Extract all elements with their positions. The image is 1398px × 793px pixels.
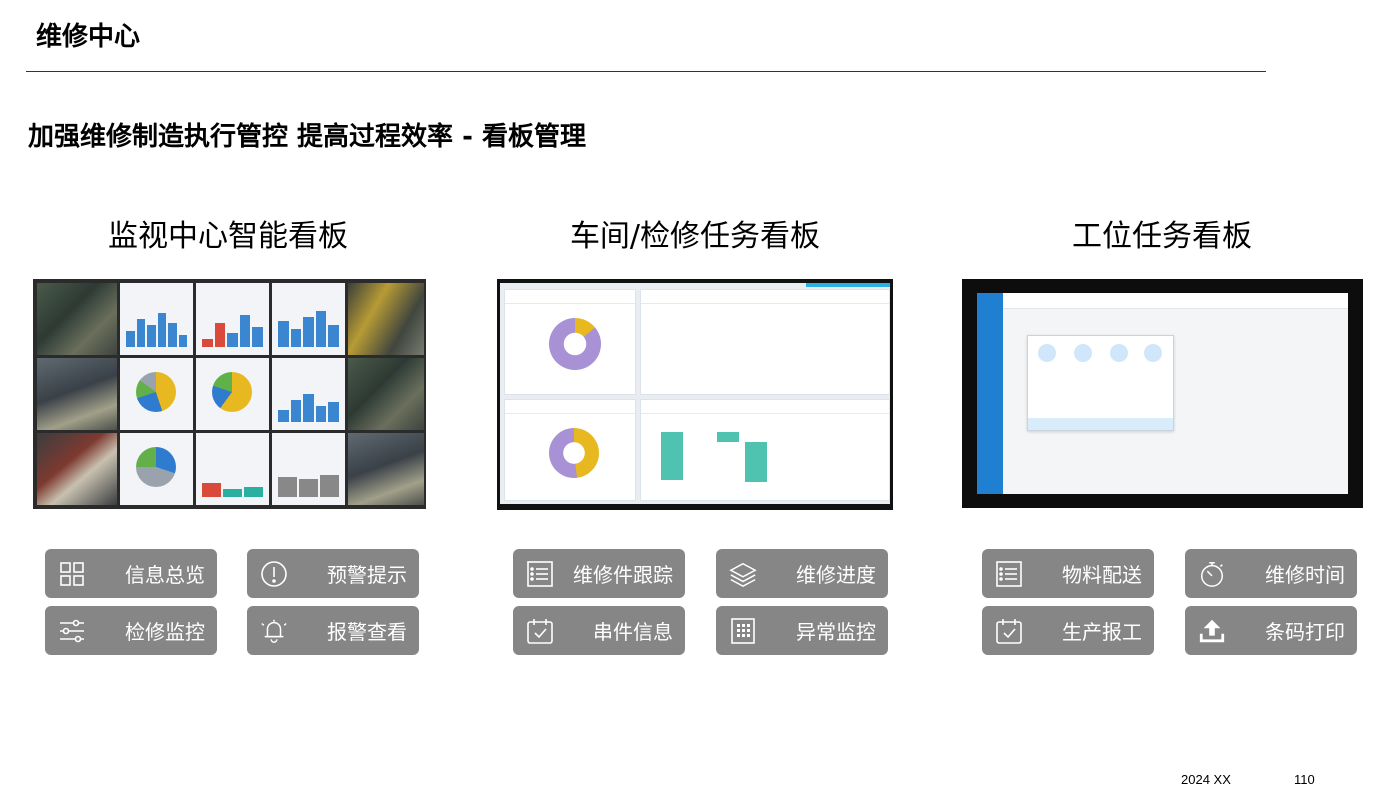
chart-tile xyxy=(196,283,269,355)
pie-tile xyxy=(120,358,193,430)
checklist-icon xyxy=(995,560,1023,588)
chart-tile xyxy=(120,283,193,355)
chart-tile xyxy=(272,433,345,505)
upload-icon xyxy=(1198,617,1226,645)
pie-tile xyxy=(196,358,269,430)
layers-icon xyxy=(729,560,757,588)
station-tablet-screenshot xyxy=(962,279,1363,508)
dashboard-panel xyxy=(504,399,636,501)
warning-prompt-button[interactable]: 预警提示 xyxy=(247,549,419,598)
divider xyxy=(26,71,1266,72)
page-number: 110 xyxy=(1294,772,1315,787)
camera-feed xyxy=(348,433,424,505)
camera-feed xyxy=(37,433,117,505)
info-overview-button[interactable]: 信息总览 xyxy=(45,549,217,598)
app-launcher-card xyxy=(1027,335,1174,431)
dashboard-panel xyxy=(640,399,890,501)
repair-part-tracking-button[interactable]: 维修件跟踪 xyxy=(513,549,685,598)
alert-circle-icon xyxy=(260,560,288,588)
sliders-icon xyxy=(58,617,86,645)
bell-icon xyxy=(260,617,288,645)
repair-time-button[interactable]: 维修时间 xyxy=(1185,549,1357,598)
grid-icon xyxy=(58,560,86,588)
footer-date: 2024 XX xyxy=(1181,772,1231,787)
gauge-tile xyxy=(196,433,269,505)
calendar-check-icon xyxy=(995,617,1023,645)
chart-tile xyxy=(272,358,345,430)
barcode-print-button[interactable]: 条码打印 xyxy=(1185,606,1357,655)
repair-progress-button[interactable]: 维修进度 xyxy=(716,549,888,598)
page-title: 维修中心 xyxy=(36,22,141,52)
camera-feed xyxy=(37,283,117,355)
stopwatch-icon xyxy=(1198,560,1226,588)
dashboard-panel xyxy=(640,289,890,395)
section-subtitle: 加强维修制造执行管控 提高过程效率 - 看板管理 xyxy=(28,122,586,152)
material-delivery-button[interactable]: 物料配送 xyxy=(982,549,1154,598)
maintenance-monitor-button[interactable]: 检修监控 xyxy=(45,606,217,655)
camera-feed xyxy=(348,283,424,355)
workshop-tv-screenshot xyxy=(497,279,893,510)
building-icon xyxy=(729,617,757,645)
column-heading-workshop: 车间/检修任务看板 xyxy=(569,219,821,254)
column-heading-station: 工位任务看板 xyxy=(1072,219,1252,254)
column-heading-monitor: 监视中心智能看板 xyxy=(108,219,348,254)
camera-feed xyxy=(37,358,117,430)
production-report-button[interactable]: 生产报工 xyxy=(982,606,1154,655)
camera-feed xyxy=(348,358,424,430)
chart-tile xyxy=(272,283,345,355)
checklist-icon xyxy=(526,560,554,588)
dashboard-panel xyxy=(504,289,636,395)
alarm-view-button[interactable]: 报警查看 xyxy=(247,606,419,655)
serial-parts-info-button[interactable]: 串件信息 xyxy=(513,606,685,655)
anomaly-monitor-button[interactable]: 异常监控 xyxy=(716,606,888,655)
calendar-check-icon xyxy=(526,617,554,645)
monitor-wall-screenshot xyxy=(33,279,426,509)
pie-tile xyxy=(120,433,193,505)
